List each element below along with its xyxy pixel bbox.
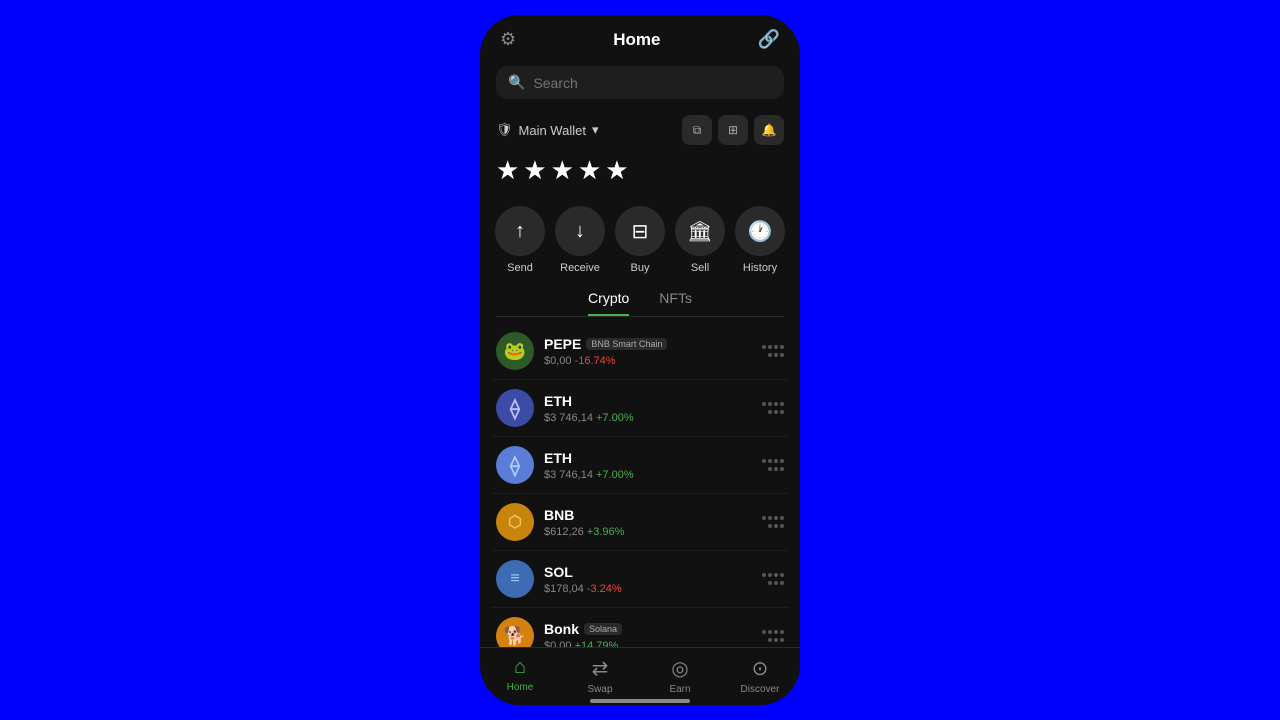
swap-nav-label: Swap <box>587 684 612 695</box>
crypto-name: Bonk <box>544 621 579 637</box>
crypto-price: $0,00 <box>544 640 572 648</box>
nav-swap[interactable]: ⇄ Swap <box>560 656 640 695</box>
crypto-name: BNB <box>544 507 574 523</box>
list-item[interactable]: 🐕 Bonk Solana $0,00 +14.79% <box>492 608 788 647</box>
wallet-action-icons: ⧉ ⊞ 🔔 <box>682 115 784 145</box>
list-item[interactable]: ⟠ ETH $3 746,14 +7.00% <box>492 437 788 494</box>
crypto-badge: BNB Smart Chain <box>586 338 667 350</box>
chevron-down-icon: ▾ <box>592 122 599 138</box>
history-button[interactable]: 🕐 History <box>735 206 785 274</box>
buy-button[interactable]: ⊟ Buy <box>615 206 665 274</box>
buy-label: Buy <box>631 262 650 274</box>
search-input[interactable] <box>533 75 772 91</box>
settings-icon[interactable]: ⚙ <box>500 29 516 50</box>
search-bar[interactable]: 🔍 <box>496 66 784 99</box>
crypto-change: -16.74% <box>575 355 616 367</box>
earn-icon: ◎ <box>671 656 688 681</box>
wallet-name: Main Wallet <box>519 123 586 138</box>
pepe-avatar: 🐸 <box>496 332 534 370</box>
crypto-price: $0,00 <box>544 355 572 367</box>
phone-app: ⚙ Home 🔗 🔍 🛡 Main Wallet ▾ ⧉ ⊞ 🔔 ★★★★★ ↑… <box>480 15 800 705</box>
crypto-badge: Solana <box>584 623 622 635</box>
crypto-change: -3.24% <box>587 583 622 595</box>
crypto-price: $178,04 <box>544 583 584 595</box>
asset-tabs: Crypto NFTs <box>496 290 784 317</box>
action-buttons-row: ↑ Send ↓ Receive ⊟ Buy 🏛 Sell 🕐 History <box>480 196 800 290</box>
nav-discover[interactable]: ⊙ Discover <box>720 656 800 695</box>
page-title: Home <box>613 30 660 50</box>
receive-button[interactable]: ↓ Receive <box>555 206 605 274</box>
receive-circle: ↓ <box>555 206 605 256</box>
search-icon: 🔍 <box>508 74 525 91</box>
swap-icon: ⇄ <box>592 656 609 681</box>
history-circle: 🕐 <box>735 206 785 256</box>
link-icon[interactable]: 🔗 <box>758 29 780 50</box>
crypto-change: +14.79% <box>575 640 619 648</box>
sell-label: Sell <box>691 262 709 274</box>
crypto-name: PEPE <box>544 336 581 352</box>
crypto-price: $3 746,14 <box>544 412 593 424</box>
send-label: Send <box>507 262 533 274</box>
bonk-avatar: 🐕 <box>496 617 534 647</box>
crypto-list: 🐸 PEPE BNB Smart Chain $0,00 -16.74% <box>480 323 800 647</box>
bell-button[interactable]: 🔔 <box>754 115 784 145</box>
crypto-change: +3.96% <box>587 526 625 538</box>
home-nav-label: Home <box>507 682 534 693</box>
qr-button[interactable]: ⊞ <box>718 115 748 145</box>
crypto-name: ETH <box>544 393 572 409</box>
wallet-section: 🛡 Main Wallet ▾ ⧉ ⊞ 🔔 <box>480 105 800 151</box>
crypto-change: +7.00% <box>596 412 634 424</box>
tab-crypto[interactable]: Crypto <box>588 290 629 316</box>
discover-icon: ⊙ <box>752 656 769 681</box>
home-bar <box>590 699 690 703</box>
copy-button[interactable]: ⧉ <box>682 115 712 145</box>
wallet-label[interactable]: 🛡 Main Wallet ▾ <box>496 122 598 138</box>
crypto-price: $612,26 <box>544 526 584 538</box>
tab-nfts[interactable]: NFTs <box>659 290 692 316</box>
crypto-price: $3 746,14 <box>544 469 593 481</box>
home-indicator <box>480 699 800 705</box>
list-item[interactable]: 🐸 PEPE BNB Smart Chain $0,00 -16.74% <box>492 323 788 380</box>
send-button[interactable]: ↑ Send <box>495 206 545 274</box>
wallet-icon: 🛡 <box>496 122 513 138</box>
earn-nav-label: Earn <box>669 684 690 695</box>
nav-earn[interactable]: ◎ Earn <box>640 656 720 695</box>
crypto-name: SOL <box>544 564 573 580</box>
discover-nav-label: Discover <box>741 684 780 695</box>
sell-button[interactable]: 🏛 Sell <box>675 206 725 274</box>
balance-display: ★★★★★ <box>480 151 800 196</box>
list-item[interactable]: ≡ SOL $178,04 -3.24% <box>492 551 788 608</box>
history-label: History <box>743 262 777 274</box>
list-item[interactable]: ⟠ ETH $3 746,14 +7.00% <box>492 380 788 437</box>
send-circle: ↑ <box>495 206 545 256</box>
app-header: ⚙ Home 🔗 <box>480 15 800 60</box>
sol-avatar: ≡ <box>496 560 534 598</box>
eth2-avatar: ⟠ <box>496 446 534 484</box>
eth1-avatar: ⟠ <box>496 389 534 427</box>
crypto-change: +7.00% <box>596 469 634 481</box>
nav-home[interactable]: ⌂ Home <box>480 656 560 695</box>
receive-label: Receive <box>560 262 600 274</box>
sell-circle: 🏛 <box>675 206 725 256</box>
bottom-navigation: ⌂ Home ⇄ Swap ◎ Earn ⊙ Discover <box>480 647 800 699</box>
bnb-avatar: ⬡ <box>496 503 534 541</box>
home-icon: ⌂ <box>514 656 526 679</box>
buy-circle: ⊟ <box>615 206 665 256</box>
list-item[interactable]: ⬡ BNB $612,26 +3.96% <box>492 494 788 551</box>
crypto-name: ETH <box>544 450 572 466</box>
